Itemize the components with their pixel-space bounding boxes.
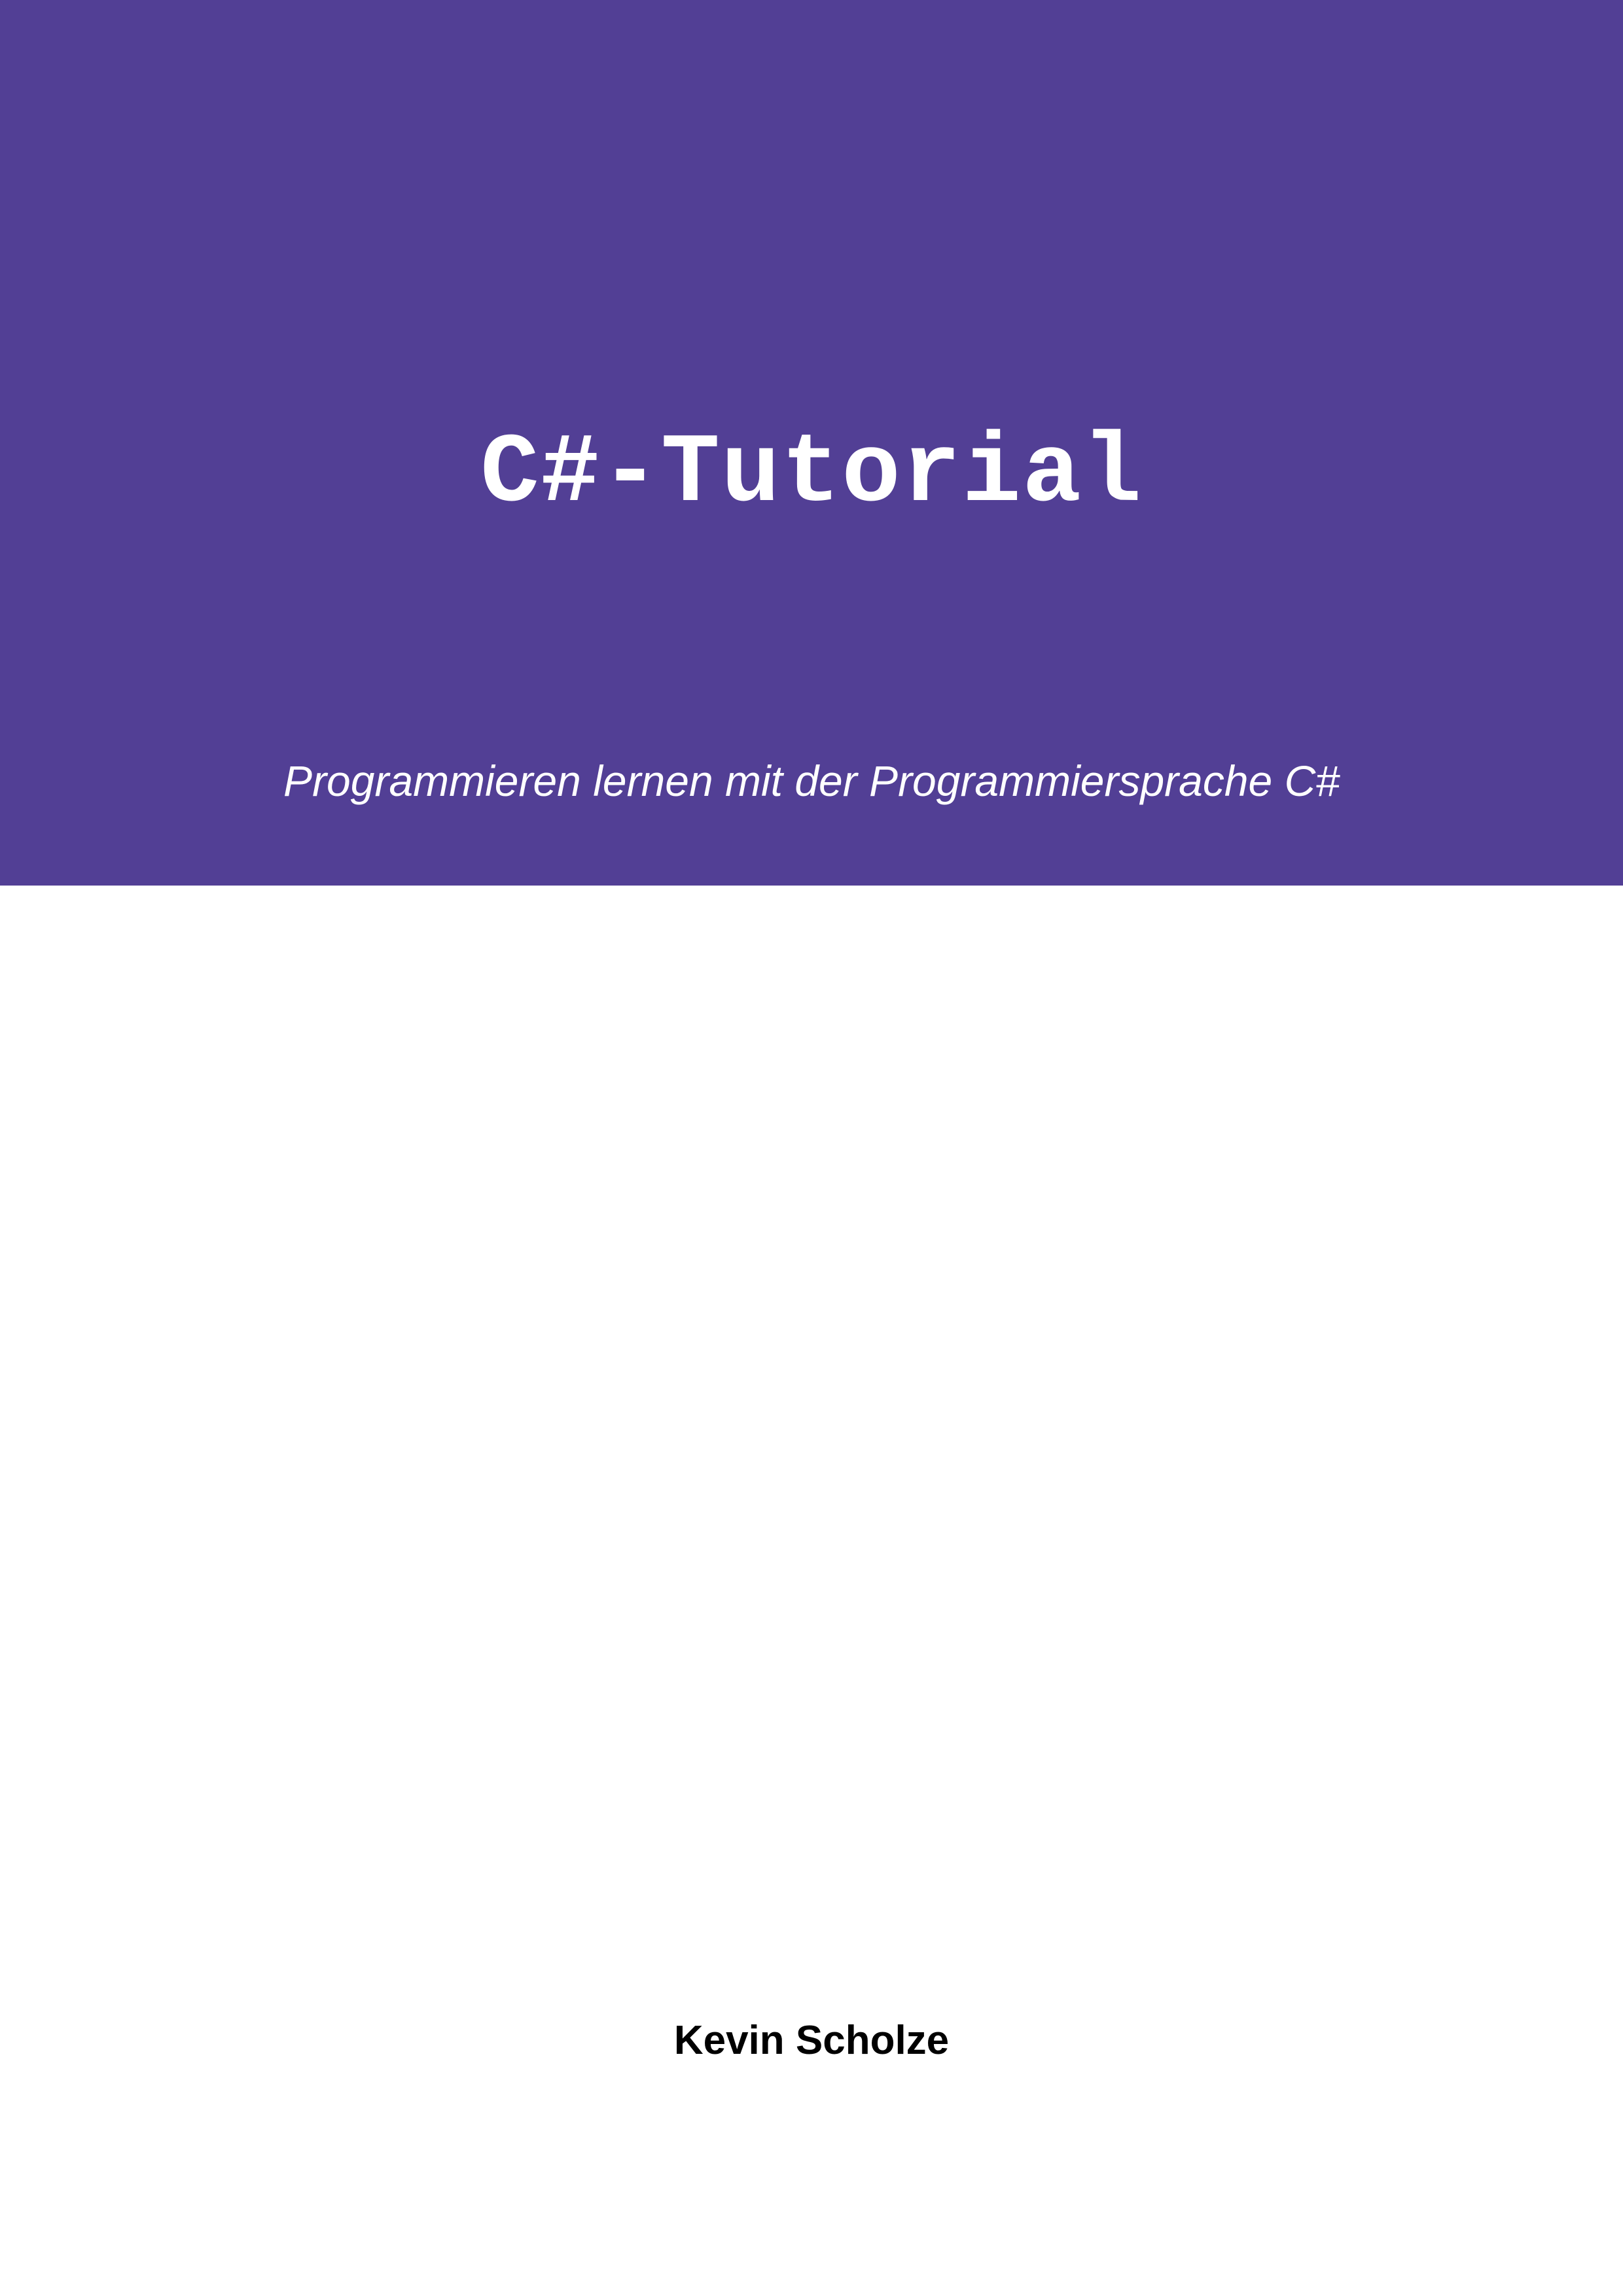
author-name: Kevin Scholze [0, 2017, 1623, 2064]
book-title: C#-Tutorial [0, 419, 1623, 530]
book-subtitle: Programmieren lernen mit der Programmier… [0, 756, 1623, 806]
header-band: C#-Tutorial Programmieren lernen mit der… [0, 0, 1623, 886]
